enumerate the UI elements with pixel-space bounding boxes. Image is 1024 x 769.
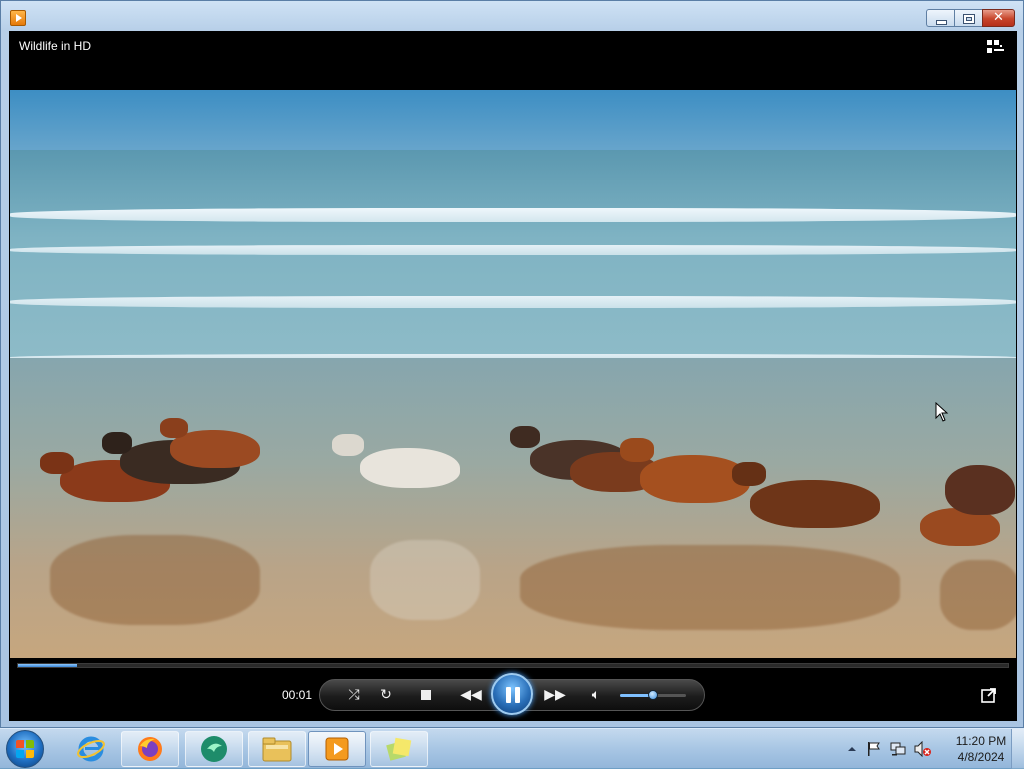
horse-head: [40, 452, 74, 474]
horse-head: [160, 418, 188, 438]
action-center-button[interactable]: [866, 741, 882, 757]
video-frame[interactable]: [10, 90, 1016, 658]
volume-slider[interactable]: [620, 690, 686, 700]
file-explorer-icon: [262, 737, 292, 762]
close-icon: ✕: [993, 10, 1004, 25]
seek-bar[interactable]: [17, 663, 1009, 668]
horse-reflection: [50, 535, 260, 625]
close-button[interactable]: ✕: [982, 9, 1015, 27]
seek-progress: [18, 664, 78, 667]
maximize-button[interactable]: [954, 9, 982, 27]
taskbar-internet-explorer[interactable]: [62, 731, 120, 767]
horse-reflection: [940, 560, 1016, 630]
switch-to-library-icon[interactable]: [987, 39, 1005, 55]
video-title: Wildlife in HD: [19, 39, 92, 53]
volume-tray-button[interactable]: [914, 740, 931, 758]
stop-button[interactable]: [412, 680, 440, 710]
firefox-icon: [138, 737, 162, 761]
horse: [945, 465, 1015, 515]
green-app-icon: [201, 736, 227, 762]
media-player-window: ✕ Wildlife in HD 00:01 ⤮ ↻ ◀◀ ▶▶ 🔈︎: [0, 0, 1024, 728]
network-icon: [890, 742, 906, 756]
volume-muted-icon: [914, 740, 931, 758]
action-center-flag-icon: [868, 742, 880, 756]
repeat-icon: ↻: [380, 687, 392, 703]
next-icon: ▶▶: [544, 687, 566, 703]
show-hidden-icons-chevron: [848, 747, 856, 751]
sea: [10, 150, 1016, 370]
clock-date[interactable]: 4/8/2024: [946, 750, 1016, 764]
repeat-button[interactable]: ↻: [372, 680, 400, 710]
internet-explorer-icon: [77, 736, 105, 762]
taskbar: 11:20 PM 4/8/2024: [0, 728, 1024, 769]
notification-area: 11:20 PM 4/8/2024: [842, 729, 1024, 769]
horse-head: [332, 434, 364, 456]
media-player-icon[interactable]: [10, 10, 26, 26]
maximize-icon: [963, 14, 975, 24]
windows-media-player-icon: [325, 737, 349, 761]
clock-time[interactable]: 11:20 PM: [946, 734, 1016, 748]
wave: [10, 245, 1016, 255]
wave: [10, 208, 1016, 222]
minimize-icon: [936, 20, 947, 25]
horse-head: [732, 462, 766, 486]
windows-logo-icon: [16, 740, 34, 758]
volume-thumb[interactable]: [648, 690, 658, 700]
next-button[interactable]: ▶▶: [538, 680, 572, 710]
network-button[interactable]: [890, 741, 906, 757]
fullscreen-icon: [981, 688, 996, 703]
white-horse: [360, 448, 460, 488]
minimize-button[interactable]: [926, 9, 954, 27]
shuffle-icon: ⤮: [348, 687, 360, 703]
taskbar-file-explorer[interactable]: [248, 731, 306, 767]
fullscreen-button[interactable]: [981, 687, 997, 703]
time-elapsed: 00:01: [282, 688, 313, 702]
show-hidden-icons-button[interactable]: [844, 741, 860, 757]
horse-reflection: [370, 540, 480, 620]
wave: [10, 296, 1016, 308]
taskbar-green-app[interactable]: [185, 731, 243, 767]
previous-button[interactable]: ◀◀: [454, 680, 488, 710]
pause-button[interactable]: [491, 673, 533, 715]
taskbar-firefox[interactable]: [121, 731, 179, 767]
mute-button[interactable]: 🔈︎: [582, 680, 610, 710]
horse-head: [102, 432, 132, 454]
horse-reflection: [520, 545, 900, 630]
shuffle-button[interactable]: ⤮: [340, 680, 368, 710]
taskbar-windows-media-player[interactable]: [308, 731, 366, 767]
caption-buttons: ✕: [926, 9, 1015, 27]
horse-head: [620, 438, 654, 462]
horse-head: [510, 426, 540, 448]
start-button[interactable]: [6, 730, 44, 768]
horse: [750, 480, 880, 528]
taskbar-sticky-notes[interactable]: [370, 731, 428, 767]
stop-icon: [421, 690, 431, 700]
show-desktop-button[interactable]: [1011, 729, 1024, 769]
mouse-cursor: [935, 402, 949, 422]
previous-icon: ◀◀: [460, 687, 482, 703]
sticky-notes-icon: [386, 737, 412, 761]
volume-icon: 🔈︎: [591, 687, 601, 703]
player-area: Wildlife in HD 00:01 ⤮ ↻ ◀◀ ▶▶ 🔈︎: [9, 31, 1017, 721]
title-bar[interactable]: ✕: [1, 1, 1023, 31]
